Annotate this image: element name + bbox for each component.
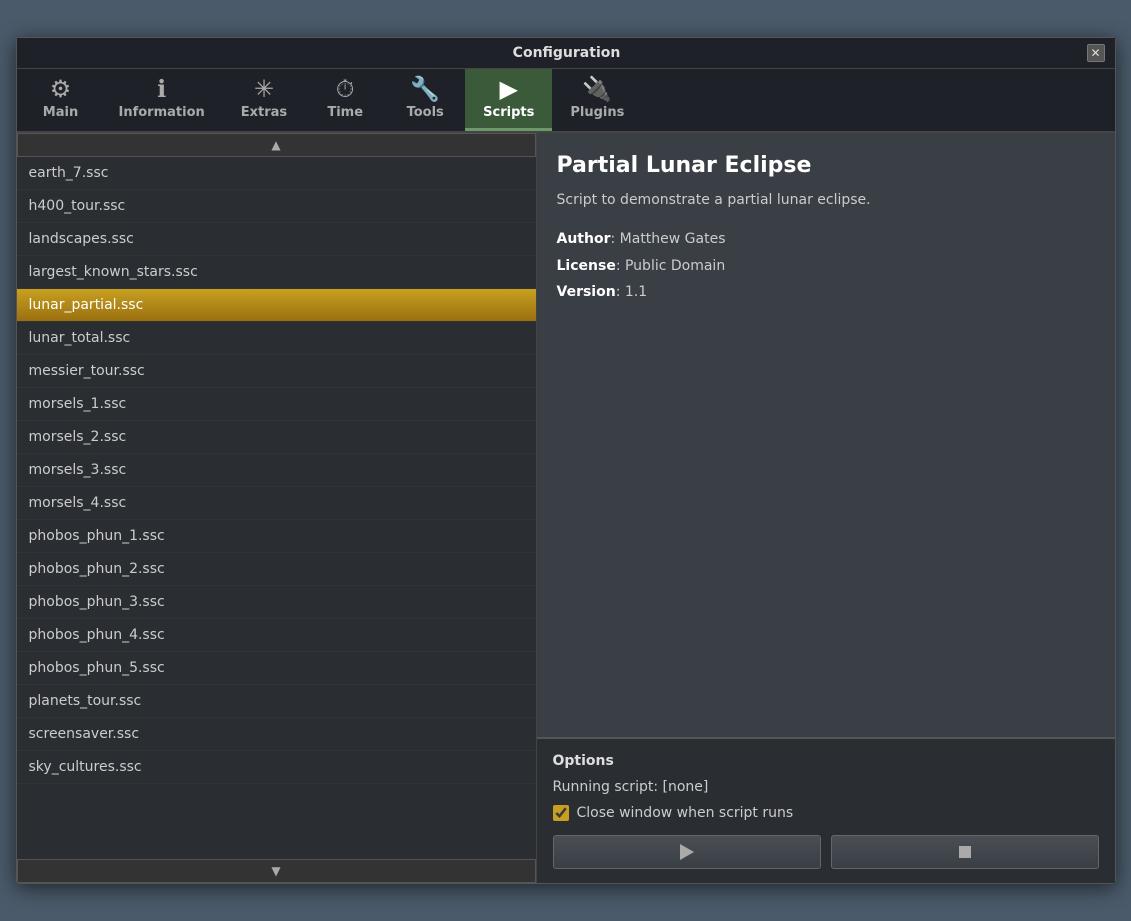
file-item[interactable]: morsels_3.ssc xyxy=(17,454,536,487)
script-title: Partial Lunar Eclipse xyxy=(557,153,1095,178)
file-item[interactable]: earth_7.ssc xyxy=(17,157,536,190)
close-button[interactable]: ✕ xyxy=(1087,44,1105,62)
play-icon xyxy=(680,844,694,860)
file-item[interactable]: phobos_phun_1.ssc xyxy=(17,520,536,553)
close-window-checkbox[interactable] xyxy=(553,805,569,821)
file-item[interactable]: phobos_phun_4.ssc xyxy=(17,619,536,652)
script-version-row: Version: 1.1 xyxy=(557,279,1095,306)
tab-bar: ⚙ Main ℹ Information ✳ Extras ⏱ Time 🔧 T… xyxy=(17,69,1115,133)
tab-tools[interactable]: 🔧 Tools xyxy=(385,69,465,131)
file-item[interactable]: phobos_phun_5.ssc xyxy=(17,652,536,685)
script-author-row: Author: Matthew Gates xyxy=(557,226,1095,253)
tab-plugins-label: Plugins xyxy=(570,105,624,120)
script-meta: Author: Matthew Gates License: Public Do… xyxy=(557,226,1095,306)
file-item[interactable]: messier_tour.ssc xyxy=(17,355,536,388)
content-area: ▲ earth_7.ssch400_tour.ssclandscapes.ssc… xyxy=(17,133,1115,883)
file-item[interactable]: phobos_phun_2.ssc xyxy=(17,553,536,586)
script-info: Partial Lunar Eclipse Script to demonstr… xyxy=(537,133,1115,737)
tools-icon: 🔧 xyxy=(410,77,440,101)
license-label: License xyxy=(557,258,616,274)
tab-time-label: Time xyxy=(327,105,363,120)
tab-information-label: Information xyxy=(119,105,205,120)
detail-panel: Partial Lunar Eclipse Script to demonstr… xyxy=(537,133,1115,883)
author-label: Author xyxy=(557,231,611,247)
author-value: Matthew Gates xyxy=(620,231,726,247)
tab-tools-label: Tools xyxy=(407,105,444,120)
script-file-list: earth_7.ssch400_tour.ssclandscapes.sscla… xyxy=(17,157,536,859)
tab-extras-label: Extras xyxy=(241,105,287,120)
file-list-container: ▲ earth_7.ssch400_tour.ssclandscapes.ssc… xyxy=(17,133,537,883)
tab-main-label: Main xyxy=(43,105,78,120)
close-window-checkbox-label: Close window when script runs xyxy=(577,805,794,821)
scroll-down-button[interactable]: ▼ xyxy=(17,859,536,883)
main-icon: ⚙ xyxy=(50,77,72,101)
tab-main[interactable]: ⚙ Main xyxy=(21,69,101,131)
version-value: 1.1 xyxy=(625,284,647,300)
scroll-up-button[interactable]: ▲ xyxy=(17,133,536,157)
script-license-row: License: Public Domain xyxy=(557,253,1095,280)
version-label: Version xyxy=(557,284,616,300)
script-description: Script to demonstrate a partial lunar ec… xyxy=(557,192,1095,208)
script-action-buttons xyxy=(553,835,1099,869)
file-item[interactable]: morsels_1.ssc xyxy=(17,388,536,421)
information-icon: ℹ xyxy=(157,77,166,101)
play-script-button[interactable] xyxy=(553,835,821,869)
tab-scripts[interactable]: ▶ Scripts xyxy=(465,69,552,131)
options-title: Options xyxy=(553,753,1099,769)
tab-time[interactable]: ⏱ Time xyxy=(305,69,385,131)
file-item[interactable]: largest_known_stars.ssc xyxy=(17,256,536,289)
window-title: Configuration xyxy=(47,45,1087,61)
extras-icon: ✳ xyxy=(254,77,274,101)
file-item[interactable]: lunar_total.ssc xyxy=(17,322,536,355)
file-item[interactable]: phobos_phun_3.ssc xyxy=(17,586,536,619)
tab-extras[interactable]: ✳ Extras xyxy=(223,69,305,131)
configuration-window: Configuration ✕ ⚙ Main ℹ Information ✳ E… xyxy=(16,37,1116,884)
time-icon: ⏱ xyxy=(336,77,355,101)
file-item[interactable]: lunar_partial.ssc xyxy=(17,289,536,322)
stop-icon xyxy=(959,846,971,858)
close-window-option: Close window when script runs xyxy=(553,805,1099,821)
tab-scripts-label: Scripts xyxy=(483,105,534,120)
file-item[interactable]: screensaver.ssc xyxy=(17,718,536,751)
plugins-icon: 🔌 xyxy=(582,77,612,101)
file-item[interactable]: morsels_2.ssc xyxy=(17,421,536,454)
options-panel: Options Running script: [none] Close win… xyxy=(537,737,1115,883)
license-value: Public Domain xyxy=(625,258,725,274)
title-bar: Configuration ✕ xyxy=(17,38,1115,69)
tab-plugins[interactable]: 🔌 Plugins xyxy=(552,69,642,131)
tab-information[interactable]: ℹ Information xyxy=(101,69,223,131)
file-item[interactable]: landscapes.ssc xyxy=(17,223,536,256)
file-item[interactable]: sky_cultures.ssc xyxy=(17,751,536,784)
file-item[interactable]: morsels_4.ssc xyxy=(17,487,536,520)
scripts-icon: ▶ xyxy=(500,77,518,101)
stop-script-button[interactable] xyxy=(831,835,1099,869)
file-item[interactable]: h400_tour.ssc xyxy=(17,190,536,223)
running-script-label: Running script: [none] xyxy=(553,779,1099,795)
file-item[interactable]: planets_tour.ssc xyxy=(17,685,536,718)
